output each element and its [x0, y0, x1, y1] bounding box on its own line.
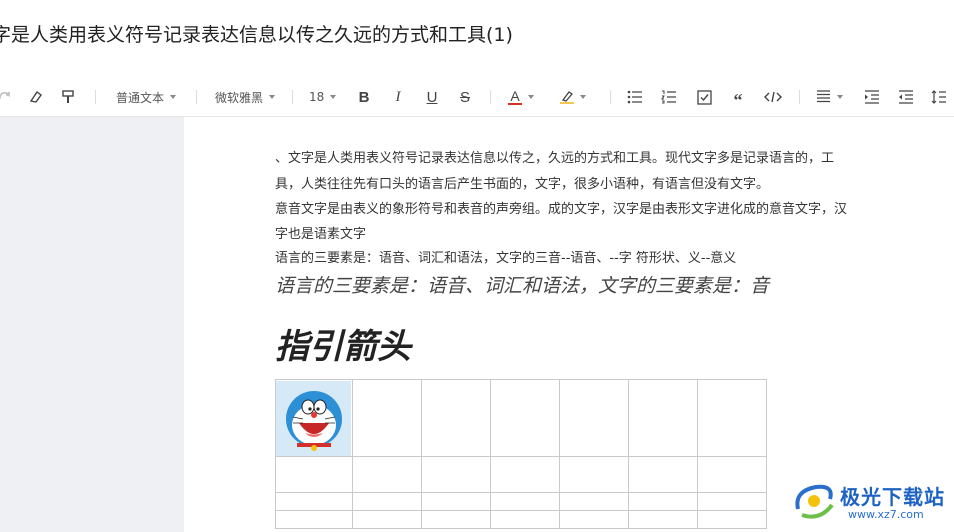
- toolbar-separator: [490, 90, 491, 104]
- font-family-select[interactable]: 微软雅黑: [215, 82, 276, 112]
- format-painter-icon[interactable]: [58, 82, 78, 112]
- table-cell[interactable]: [628, 456, 698, 493]
- table-cell[interactable]: [628, 492, 698, 511]
- paragraph-line[interactable]: 字也是语素文字: [275, 222, 366, 248]
- editor-gutter: [0, 117, 184, 532]
- align-button[interactable]: [816, 82, 843, 112]
- italic-paragraph[interactable]: 语言的三要素是：语音、词汇和语法，文字的三要素是：音: [275, 272, 769, 300]
- numbered-list-icon[interactable]: [660, 82, 678, 112]
- table-cell[interactable]: [421, 510, 491, 529]
- font-color-button[interactable]: A: [508, 82, 534, 112]
- table-cell[interactable]: [275, 456, 353, 493]
- quote-icon[interactable]: “: [729, 82, 747, 112]
- font-color-icon: A: [508, 89, 522, 105]
- code-icon[interactable]: [763, 82, 783, 112]
- table-cell[interactable]: [697, 492, 767, 511]
- table-cell[interactable]: [490, 456, 560, 493]
- paragraph-style-label: 普通文本: [116, 90, 165, 105]
- italic-icon[interactable]: I: [389, 82, 407, 112]
- strikethrough-icon[interactable]: S: [456, 82, 474, 112]
- table-cell[interactable]: [559, 379, 629, 457]
- table-cell-image[interactable]: [275, 379, 353, 457]
- paragraph-line[interactable]: 语言的三要素是：语音、词汇和语法，文字的三音--语音、--字 符形状、义--意义: [275, 246, 736, 272]
- table-cell[interactable]: [697, 510, 767, 529]
- bold-icon[interactable]: B: [355, 82, 373, 112]
- highlight-button[interactable]: [560, 82, 586, 112]
- watermark-url: www.xz7.com: [848, 508, 924, 521]
- line-height-icon[interactable]: [930, 82, 948, 112]
- table-cell[interactable]: [352, 379, 422, 457]
- doraemon-image: [276, 380, 351, 456]
- table-cell[interactable]: [490, 510, 560, 529]
- watermark-logo-icon: [795, 484, 834, 519]
- chevron-down-icon: [269, 95, 276, 99]
- bullet-list-icon[interactable]: [626, 82, 644, 112]
- paragraph-line[interactable]: 具，人类往往先有口头的语言后产生书面的，文字，很多小语种，有语言但没有文字。: [275, 172, 769, 198]
- table-cell[interactable]: [559, 510, 629, 529]
- chevron-down-icon: [580, 95, 586, 99]
- chevron-down-icon: [170, 95, 177, 99]
- toolbar-separator: [610, 90, 611, 104]
- chevron-down-icon: [330, 95, 337, 99]
- underline-icon[interactable]: U: [423, 82, 441, 112]
- chevron-down-icon: [528, 95, 534, 99]
- paragraph-line[interactable]: 意音文字是由表义的象形符号和表音的声旁组。成的文字，汉字是由表形文字进化成的意音…: [275, 197, 847, 223]
- checklist-icon[interactable]: [695, 82, 713, 112]
- chevron-down-icon: [837, 95, 843, 99]
- font-size-select[interactable]: 18: [309, 82, 337, 112]
- paragraph-line[interactable]: 、文字是人类用表义符号记录表达信息以传之，久远的方式和工具。现代文字多是记录语言…: [275, 146, 834, 172]
- table-cell[interactable]: [275, 510, 353, 529]
- table-cell[interactable]: [697, 456, 767, 493]
- table-cell[interactable]: [628, 510, 698, 529]
- table-cell[interactable]: [697, 379, 767, 457]
- table-row: [275, 456, 767, 493]
- watermark-title: 极光下载站: [840, 485, 945, 509]
- table-cell[interactable]: [628, 379, 698, 457]
- formatting-toolbar: 普通文本 微软雅黑 18 B I U S A “: [0, 82, 954, 112]
- paragraph-style-select[interactable]: 普通文本: [116, 82, 177, 112]
- table-cell[interactable]: [352, 510, 422, 529]
- highlight-icon: [560, 90, 574, 104]
- table-cell[interactable]: [352, 492, 422, 511]
- table-cell[interactable]: [490, 379, 560, 457]
- table-cell[interactable]: [275, 492, 353, 511]
- table-cell[interactable]: [559, 456, 629, 493]
- table-cell[interactable]: [559, 492, 629, 511]
- font-family-label: 微软雅黑: [215, 90, 264, 105]
- table-cell[interactable]: [490, 492, 560, 511]
- document-title[interactable]: 字是人类用表义符号记录表达信息以传之久远的方式和工具(1): [0, 20, 513, 50]
- table-row: [275, 492, 767, 511]
- table-row: [275, 510, 767, 529]
- toolbar-separator: [799, 90, 800, 104]
- table-cell[interactable]: [352, 456, 422, 493]
- eraser-icon[interactable]: [26, 82, 46, 112]
- document-heading[interactable]: 指引箭头: [275, 322, 411, 372]
- toolbar-separator: [196, 90, 197, 104]
- table-cell[interactable]: [421, 456, 491, 493]
- table-row: [275, 379, 767, 457]
- table-cell[interactable]: [421, 492, 491, 511]
- redo-icon[interactable]: [0, 82, 14, 112]
- indent-icon[interactable]: [863, 82, 881, 112]
- table-cell[interactable]: [421, 379, 491, 457]
- font-size-label: 18: [309, 90, 325, 104]
- toolbar-separator: [292, 90, 293, 104]
- outdent-icon[interactable]: [897, 82, 915, 112]
- watermark: 极光下载站 www.xz7.com: [790, 475, 950, 530]
- toolbar-separator: [95, 90, 96, 104]
- document-table[interactable]: [275, 379, 767, 529]
- align-icon: [816, 89, 831, 106]
